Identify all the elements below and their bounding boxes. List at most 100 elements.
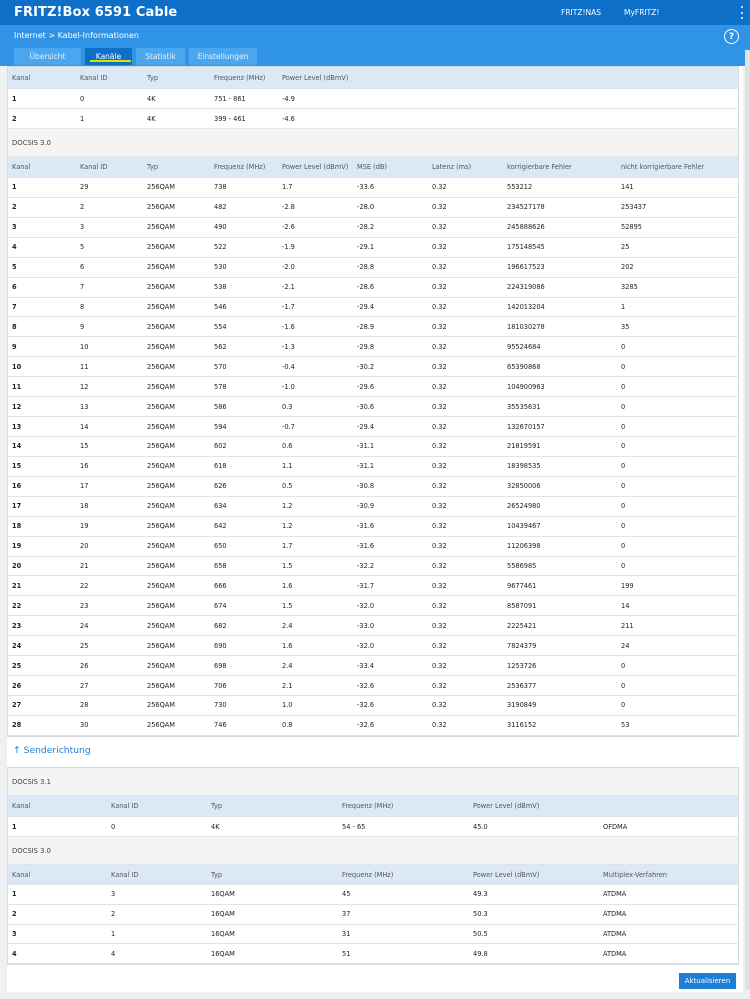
table-cell: 175148545 xyxy=(507,243,545,252)
table-row: 2 1 4K 399 - 461 -4.6 xyxy=(8,109,738,129)
table-cell: 16QAM xyxy=(211,890,235,899)
table-row: 11 12 256QAM 578 -1.0 -29.6 0.32 104900963 0 xyxy=(8,377,738,398)
table-cell: 256QAM xyxy=(147,581,175,590)
table-cell: 256QAM xyxy=(147,522,175,531)
table-cell: 26524980 xyxy=(507,502,541,511)
table-cell: 7 xyxy=(12,302,17,311)
table-cell: 1.5 xyxy=(282,561,293,570)
table-cell: -29.8 xyxy=(357,342,375,351)
help-icon[interactable]: ? xyxy=(724,29,739,44)
table-cell: 0.8 xyxy=(282,721,293,730)
table-cell: Typ xyxy=(211,802,223,810)
table-cell: 666 xyxy=(214,581,227,590)
table-cell: 8587091 xyxy=(507,601,537,610)
table-row: 20 21 256QAM 658 1.5 -32.2 0.32 5586985 0 xyxy=(8,557,738,577)
more-menu-icon[interactable] xyxy=(738,4,746,21)
table-row: 2 2 16QAM 37 50.3 ATDMA xyxy=(8,905,738,925)
table-cell: 14 xyxy=(12,442,22,451)
table-cell: 53 xyxy=(621,721,630,730)
table-row: 6 7 256QAM 538 -2.1 -28.6 0.32 224319086 3285 xyxy=(8,278,738,298)
table-cell: OFDMA xyxy=(603,822,628,831)
table-cell: 530 xyxy=(214,263,227,272)
table-cell: 95524684 xyxy=(507,342,541,351)
table-cell: 0 xyxy=(621,561,626,570)
table-cell: 18 xyxy=(12,522,22,531)
table-cell: 37 xyxy=(342,910,351,919)
table-cell: 6 xyxy=(12,283,17,292)
table-cell: 19 xyxy=(12,542,22,551)
table-cell: ATDMA xyxy=(603,949,627,958)
table-cell: 0 xyxy=(621,382,626,391)
table-cell: 490 xyxy=(214,223,227,232)
refresh-button[interactable]: Aktualisieren xyxy=(679,973,736,989)
table-cell: -28.9 xyxy=(357,322,375,331)
tab-einstellungen[interactable]: Einstellungen xyxy=(189,48,257,65)
table-cell: 482 xyxy=(214,203,227,212)
table-cell: -28.8 xyxy=(357,263,375,272)
table-cell: 0.32 xyxy=(432,362,447,371)
table-cell: 256QAM xyxy=(147,442,175,451)
breadcrumb-internet[interactable]: Internet xyxy=(14,31,46,40)
table-cell: 202 xyxy=(621,263,634,272)
table-cell: 0 xyxy=(111,822,116,831)
table-cell: 2536377 xyxy=(507,681,537,690)
table-cell: 256QAM xyxy=(147,402,175,411)
table-cell: 3 xyxy=(12,929,17,938)
table-cell: 642 xyxy=(214,522,227,531)
table-cell: 0.32 xyxy=(432,342,447,351)
table-cell: 554 xyxy=(214,322,227,331)
scrollbar[interactable] xyxy=(745,50,750,990)
table-cell: Power Level (dBmV) xyxy=(473,802,540,810)
nav-fritznas-link[interactable]: FRITZ!NAS xyxy=(561,0,601,25)
table-cell: 10 xyxy=(12,362,22,371)
table-cell: 256QAM xyxy=(147,641,175,650)
table-cell: 0.32 xyxy=(432,402,447,411)
table-cell: 11 xyxy=(80,362,89,371)
table-cell: 45 xyxy=(342,890,351,899)
breadcrumb-current: Kabel-Informationen xyxy=(57,31,139,40)
table-cell: Power Level (dBmV) xyxy=(282,163,349,171)
table-row: 27 28 256QAM 730 1.0 -32.6 0.32 3190849 0 xyxy=(8,696,738,716)
tab-kanaele[interactable]: Kanäle xyxy=(85,48,132,65)
table-cell: -4.6 xyxy=(282,114,295,123)
table-cell: 4 xyxy=(12,949,17,958)
table-cell: 11206398 xyxy=(507,542,541,551)
table-row: 1 0 4K 751 - 861 -4.9 xyxy=(8,89,738,109)
table-cell: -2.6 xyxy=(282,223,295,232)
table-cell: 0.32 xyxy=(432,322,447,331)
table-cell: -32.6 xyxy=(357,681,375,690)
table-row: 2 2 256QAM 482 -2.8 -28.0 0.32 234527178 253437 xyxy=(8,198,738,218)
upstream-table: DOCSIS 3.1 Kanal Kanal ID Typ Frequenz (MHz)… xyxy=(7,767,739,966)
table-cell: 1 xyxy=(621,302,626,311)
table-cell: 19 xyxy=(80,522,89,531)
table-cell: 2 xyxy=(12,203,17,212)
table-cell: 21 xyxy=(80,561,89,570)
table-cell: 2 xyxy=(111,910,116,919)
table-cell: 18398535 xyxy=(507,462,541,471)
nav-myfritz-link[interactable]: MyFRITZ! xyxy=(624,0,659,25)
table-cell: 196617523 xyxy=(507,263,545,272)
table-cell: 29 xyxy=(80,183,89,192)
table-cell: 586 xyxy=(214,402,227,411)
table-cell: 698 xyxy=(214,661,227,670)
table-cell: 256QAM xyxy=(147,502,175,511)
table-row: 8 9 256QAM 554 -1.6 -28.9 0.32 181030278 35 xyxy=(8,317,738,338)
table-cell: Typ xyxy=(211,870,223,879)
table-cell: 0 xyxy=(621,342,626,351)
group-docsis-31: DOCSIS 3.1 xyxy=(8,768,738,796)
table-cell: 10439467 xyxy=(507,522,541,531)
table-cell: 20 xyxy=(12,561,22,570)
table-cell: 4K xyxy=(147,94,156,103)
table-row: 19 20 256QAM 650 1.7 -31.6 0.32 11206398 0 xyxy=(8,537,738,557)
tab-uebersicht[interactable]: Übersicht xyxy=(14,48,81,65)
table-cell: Kanal ID xyxy=(80,73,108,82)
chevron-right-icon: > xyxy=(48,31,58,40)
table-cell: 522 xyxy=(214,243,227,252)
table-cell: 35535631 xyxy=(507,402,541,411)
sub-header: Internet > Kabel-Informationen ? Übersic… xyxy=(0,25,750,66)
table-cell: -1.3 xyxy=(282,342,295,351)
table-row: 17 18 256QAM 634 1.2 -30.9 0.32 26524980 0 xyxy=(8,497,738,517)
table-cell: 16QAM xyxy=(211,910,235,919)
table-cell: 256QAM xyxy=(147,462,175,471)
tab-statistik[interactable]: Statistik xyxy=(136,48,185,65)
